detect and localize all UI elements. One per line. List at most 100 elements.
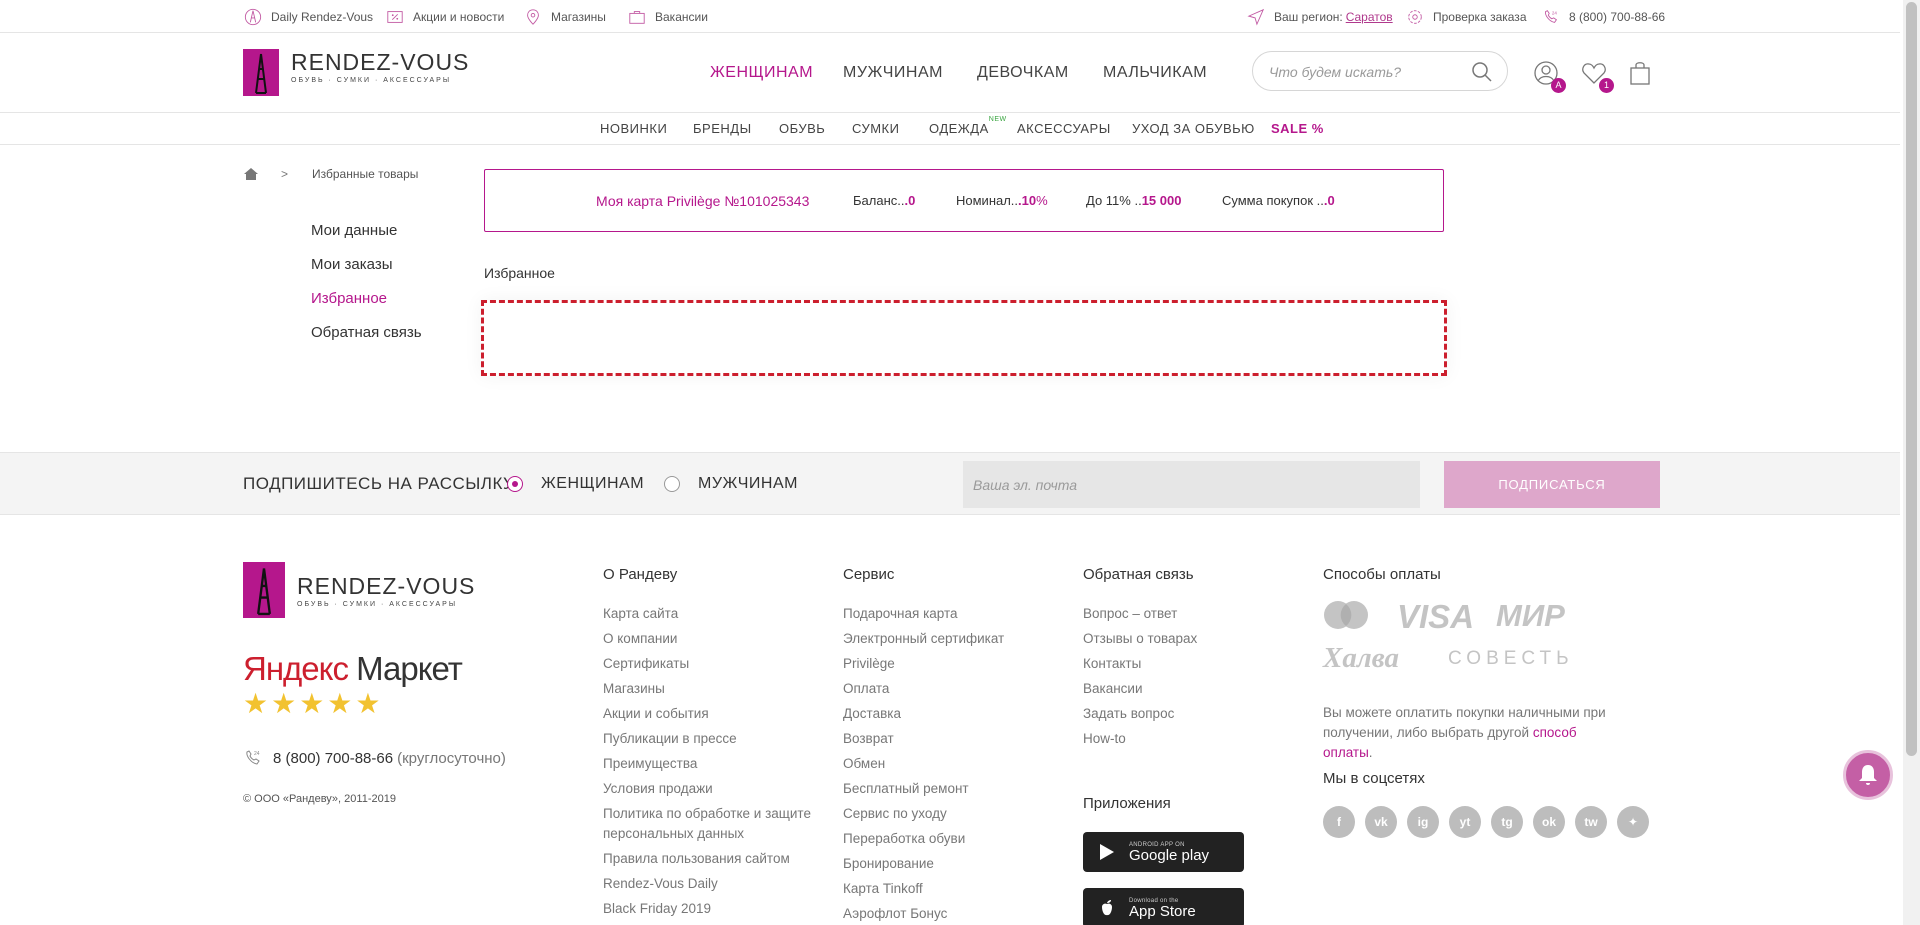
- footer-link[interactable]: How-to: [1083, 726, 1197, 751]
- footer-link[interactable]: Акции и события: [603, 701, 811, 726]
- footer-link[interactable]: Вакансии: [1083, 676, 1197, 701]
- subscribe-button[interactable]: ПОДПИСАТЬСЯ: [1444, 461, 1660, 508]
- footer-link[interactable]: Переработка обуви: [843, 826, 1004, 851]
- nav-girls[interactable]: ДЕВОЧКАМ: [977, 64, 1069, 82]
- social-heading: Мы в соцсетях: [1323, 770, 1425, 787]
- footer-link[interactable]: Black Friday 2019: [603, 896, 811, 921]
- telegram-icon[interactable]: tg: [1491, 806, 1523, 838]
- halva-logo: Халва: [1323, 642, 1399, 674]
- footer-link[interactable]: Вопрос – ответ: [1083, 601, 1197, 626]
- footer-link[interactable]: Магазины: [603, 676, 811, 701]
- home-icon[interactable]: [243, 166, 259, 182]
- daily-link[interactable]: Daily Rendez-Vous: [243, 0, 373, 33]
- newsletter-radio-women[interactable]: ЖЕНЩИНАМ: [507, 475, 644, 493]
- promos-link[interactable]: Акции и новости: [385, 0, 504, 33]
- footer-link[interactable]: Публикации в прессе: [603, 726, 811, 751]
- subnav-clothes[interactable]: ОДЕЖДА NEW: [929, 116, 1006, 136]
- site-logo[interactable]: RENDEZ-VOUS ОБУВЬ · СУМКИ · АКСЕССУАРЫ: [243, 49, 469, 96]
- order-check-link[interactable]: Проверка заказа: [1405, 0, 1527, 33]
- footer-link[interactable]: Сертификаты: [603, 651, 811, 676]
- notifications-bell-button[interactable]: [1843, 750, 1893, 800]
- footer-link[interactable]: Преимущества: [603, 751, 811, 776]
- footer-link[interactable]: Электронный сертификат: [843, 626, 1004, 651]
- footer-link[interactable]: Карта Tinkoff: [843, 876, 1004, 901]
- bell-icon: [1859, 765, 1877, 785]
- send-arrow-icon: [1246, 7, 1266, 27]
- sidebar-item-favorites[interactable]: Избранное: [311, 288, 422, 322]
- twitter-icon[interactable]: tw: [1575, 806, 1607, 838]
- star-sparkle-icon[interactable]: ✦: [1617, 806, 1649, 838]
- sidebar-item-my-data[interactable]: Мои данные: [311, 220, 422, 254]
- footer-link[interactable]: Отзывы о товарах: [1083, 626, 1197, 651]
- sidebar-item-feedback[interactable]: Обратная связь: [311, 322, 422, 356]
- top-bar: Daily Rendez-Vous Акции и новости Магази…: [0, 0, 1900, 33]
- footer-link[interactable]: Бронирование: [843, 851, 1004, 876]
- subnav-brands[interactable]: БРЕНДЫ: [693, 121, 752, 136]
- instagram-icon[interactable]: ig: [1407, 806, 1439, 838]
- nav-men[interactable]: МУЖЧИНАМ: [843, 64, 943, 82]
- nav-women[interactable]: ЖЕНЩИНАМ: [710, 64, 813, 82]
- stores-link[interactable]: Магазины: [523, 0, 606, 33]
- footer-link[interactable]: Правила пользования сайтом: [603, 844, 811, 871]
- breadcrumb-separator: >: [281, 167, 289, 181]
- search-input[interactable]: [1269, 62, 1469, 82]
- account-badge: A: [1551, 78, 1566, 93]
- svg-text:24: 24: [1552, 10, 1558, 15]
- cart-button[interactable]: [1626, 59, 1654, 87]
- yandex-market-logo[interactable]: Яндекс Маркет: [243, 650, 463, 688]
- odnoklassniki-icon[interactable]: ok: [1533, 806, 1565, 838]
- footer-link[interactable]: Privilège: [843, 651, 1004, 676]
- radio-selected-icon: [507, 476, 523, 492]
- nav-boys[interactable]: МАЛЬЧИКАМ: [1103, 64, 1207, 82]
- subnav-new[interactable]: НОВИНКИ: [600, 121, 667, 136]
- footer-link[interactable]: Бесплатный ремонт: [843, 776, 1004, 801]
- scrollbar-thumb[interactable]: [1906, 2, 1917, 756]
- newsletter-radio-men[interactable]: МУЖЧИНАМ: [664, 475, 798, 493]
- footer-link[interactable]: Оплата: [843, 676, 1004, 701]
- region-value-link[interactable]: Саратов: [1346, 10, 1393, 24]
- youtube-icon[interactable]: yt: [1449, 806, 1481, 838]
- logo-title: RENDEZ-VOUS: [291, 49, 470, 75]
- footer-heading: Обратная связь: [1083, 566, 1194, 583]
- footer-phone[interactable]: 24 8 (800) 700-88-66 (круглосуточно): [243, 748, 506, 768]
- footer-link[interactable]: Доставка: [843, 701, 1004, 726]
- region-selector[interactable]: Ваш регион: Саратов: [1246, 0, 1393, 33]
- app-store-button[interactable]: Download on the App Store: [1083, 888, 1244, 925]
- footer-link[interactable]: Rendez-Vous Daily: [603, 871, 811, 896]
- subnav-shoes[interactable]: ОБУВЬ: [779, 121, 825, 136]
- footer-heading: Сервис: [843, 566, 895, 583]
- subnav-sale[interactable]: SALE %: [1271, 121, 1324, 136]
- footer-link[interactable]: Контакты: [1083, 651, 1197, 676]
- footer-link[interactable]: О компании: [603, 626, 811, 651]
- favorites-button[interactable]: 1: [1580, 59, 1614, 93]
- gear-icon: [1405, 7, 1425, 27]
- google-play-button[interactable]: ANDROID APP ON Google play: [1083, 832, 1244, 872]
- footer-heading: О Рандеву: [603, 566, 678, 583]
- footer-link[interactable]: Подарочная карта: [843, 601, 1004, 626]
- facebook-icon[interactable]: f: [1323, 806, 1355, 838]
- sidebar-item-my-orders[interactable]: Мои заказы: [311, 254, 422, 288]
- footer-link[interactable]: Задать вопрос: [1083, 701, 1197, 726]
- account-button[interactable]: A: [1532, 59, 1566, 93]
- card-nominal: Номинал...10%: [956, 193, 1048, 208]
- footer-link[interactable]: Аэрофлот Бонус: [843, 901, 1004, 925]
- footer-link[interactable]: Карта сайта: [603, 601, 811, 626]
- new-tag: NEW: [988, 116, 1007, 123]
- page-scrollbar[interactable]: [1903, 0, 1920, 925]
- phone-link[interactable]: 24 8 (800) 700-88-66: [1541, 0, 1665, 33]
- subnav-bags[interactable]: СУМКИ: [852, 121, 899, 136]
- footer-link[interactable]: Обмен: [843, 751, 1004, 776]
- vk-icon[interactable]: vk: [1365, 806, 1397, 838]
- subnav-shoe-care[interactable]: УХОД ЗА ОБУВЬЮ: [1132, 121, 1255, 136]
- jobs-link[interactable]: Вакансии: [627, 0, 708, 33]
- newsletter-email-input[interactable]: [963, 461, 1420, 508]
- footer-link[interactable]: Возврат: [843, 726, 1004, 751]
- footer-logo[interactable]: RENDEZ-VOUS ОБУВЬ · СУМКИ · АКСЕССУАРЫ: [243, 562, 475, 618]
- visa-logo: VISA: [1397, 598, 1475, 635]
- search-icon[interactable]: [1471, 61, 1493, 83]
- footer-link[interactable]: Сервис по уходу: [843, 801, 1004, 826]
- breadcrumb: > Избранные товары: [243, 166, 418, 182]
- footer-link[interactable]: Политика по обработке и защите персональн…: [603, 801, 811, 844]
- subnav-accessories[interactable]: АКСЕССУАРЫ: [1017, 121, 1111, 136]
- footer-link[interactable]: Условия продажи: [603, 776, 811, 801]
